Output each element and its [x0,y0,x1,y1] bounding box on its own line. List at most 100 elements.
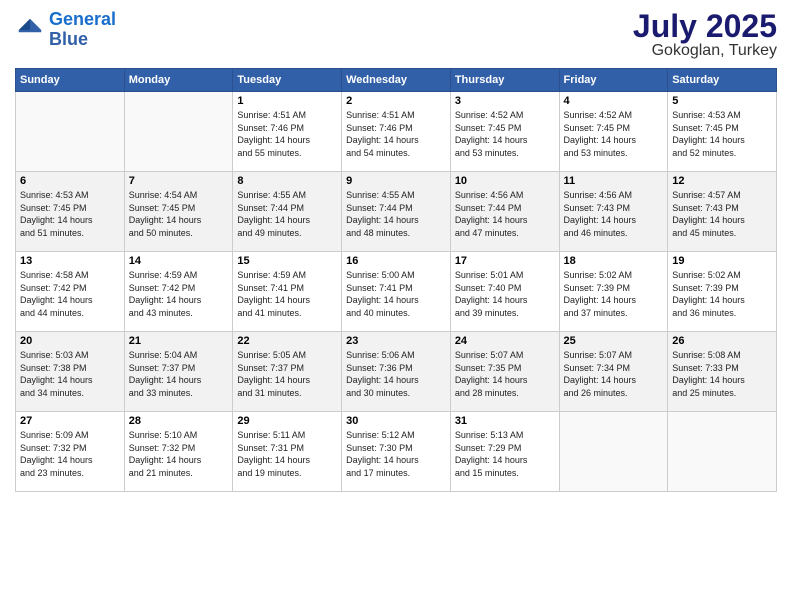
day-number: 21 [129,335,229,347]
day-info: Sunrise: 5:12 AM Sunset: 7:30 PM Dayligh… [346,429,446,479]
day-number: 18 [564,255,664,267]
day-info: Sunrise: 4:56 AM Sunset: 7:44 PM Dayligh… [455,189,555,239]
calendar-dow-wednesday: Wednesday [342,69,451,92]
calendar-cell [668,412,777,492]
logo-icon [15,15,45,45]
day-number: 1 [237,95,337,107]
calendar-dow-tuesday: Tuesday [233,69,342,92]
day-number: 10 [455,175,555,187]
calendar-cell: 18 Sunrise: 5:02 AM Sunset: 7:39 PM Dayli… [559,252,668,332]
calendar-cell: 25 Sunrise: 5:07 AM Sunset: 7:34 PM Dayli… [559,332,668,412]
calendar-cell: 4Sunrise: 4:52 AM Sunset: 7:45 PM Daylig… [559,92,668,172]
calendar-cell: 27 Sunrise: 5:09 AM Sunset: 7:32 PM Dayli… [16,412,125,492]
calendar-dow-sunday: Sunday [16,69,125,92]
day-number: 16 [346,255,446,267]
day-info: Sunrise: 5:09 AM Sunset: 7:32 PM Dayligh… [20,429,120,479]
title-block: July 2025 Gokoglan, Turkey [633,10,777,60]
day-info: Sunrise: 4:51 AM Sunset: 7:46 PM Dayligh… [346,109,446,159]
calendar-table: SundayMondayTuesdayWednesdayThursdayFrid… [15,68,777,492]
day-info: Sunrise: 4:56 AM Sunset: 7:43 PM Dayligh… [564,189,664,239]
calendar-dow-saturday: Saturday [668,69,777,92]
day-info: Sunrise: 4:53 AM Sunset: 7:45 PM Dayligh… [672,109,772,159]
day-info: Sunrise: 5:02 AM Sunset: 7:39 PM Dayligh… [672,269,772,319]
calendar-cell [16,92,125,172]
day-info: Sunrise: 5:03 AM Sunset: 7:38 PM Dayligh… [20,349,120,399]
calendar-cell: 12Sunrise: 4:57 AM Sunset: 7:43 PM Dayli… [668,172,777,252]
day-info: Sunrise: 4:52 AM Sunset: 7:45 PM Dayligh… [455,109,555,159]
calendar-cell: 19 Sunrise: 5:02 AM Sunset: 7:39 PM Dayli… [668,252,777,332]
day-info: Sunrise: 4:58 AM Sunset: 7:42 PM Dayligh… [20,269,120,319]
day-info: Sunrise: 4:51 AM Sunset: 7:46 PM Dayligh… [237,109,337,159]
day-number: 3 [455,95,555,107]
day-number: 31 [455,415,555,427]
day-number: 19 [672,255,772,267]
day-info: Sunrise: 5:10 AM Sunset: 7:32 PM Dayligh… [129,429,229,479]
day-info: Sunrise: 4:57 AM Sunset: 7:43 PM Dayligh… [672,189,772,239]
calendar-dow-friday: Friday [559,69,668,92]
calendar-cell: 15Sunrise: 4:59 AM Sunset: 7:41 PM Dayli… [233,252,342,332]
day-number: 26 [672,335,772,347]
day-info: Sunrise: 4:54 AM Sunset: 7:45 PM Dayligh… [129,189,229,239]
calendar-cell: 17Sunrise: 5:01 AM Sunset: 7:40 PM Dayli… [450,252,559,332]
day-number: 20 [20,335,120,347]
day-number: 15 [237,255,337,267]
day-info: Sunrise: 5:05 AM Sunset: 7:37 PM Dayligh… [237,349,337,399]
calendar-row-1: 6 Sunrise: 4:53 AM Sunset: 7:45 PM Daylig… [16,172,777,252]
calendar-cell: 26Sunrise: 5:08 AM Sunset: 7:33 PM Dayli… [668,332,777,412]
header: General Blue July 2025 Gokoglan, Turkey [15,10,777,60]
logo-general: General [49,9,116,29]
calendar-cell: 3 Sunrise: 4:52 AM Sunset: 7:45 PM Daylig… [450,92,559,172]
day-info: Sunrise: 5:06 AM Sunset: 7:36 PM Dayligh… [346,349,446,399]
calendar-cell: 23 Sunrise: 5:06 AM Sunset: 7:36 PM Dayli… [342,332,451,412]
calendar-cell: 10 Sunrise: 4:56 AM Sunset: 7:44 PM Dayli… [450,172,559,252]
calendar-cell: 24 Sunrise: 5:07 AM Sunset: 7:35 PM Dayli… [450,332,559,412]
day-number: 6 [20,175,120,187]
day-number: 30 [346,415,446,427]
calendar-row-4: 27 Sunrise: 5:09 AM Sunset: 7:32 PM Dayli… [16,412,777,492]
day-info: Sunrise: 5:07 AM Sunset: 7:35 PM Dayligh… [455,349,555,399]
calendar-cell: 8 Sunrise: 4:55 AM Sunset: 7:44 PM Daylig… [233,172,342,252]
calendar-cell [124,92,233,172]
calendar-cell: 16 Sunrise: 5:00 AM Sunset: 7:41 PM Dayli… [342,252,451,332]
day-info: Sunrise: 4:55 AM Sunset: 7:44 PM Dayligh… [237,189,337,239]
calendar-cell: 31 Sunrise: 5:13 AM Sunset: 7:29 PM Dayli… [450,412,559,492]
day-info: Sunrise: 4:53 AM Sunset: 7:45 PM Dayligh… [20,189,120,239]
day-info: Sunrise: 5:04 AM Sunset: 7:37 PM Dayligh… [129,349,229,399]
day-number: 8 [237,175,337,187]
day-number: 13 [20,255,120,267]
calendar-dow-thursday: Thursday [450,69,559,92]
day-info: Sunrise: 5:01 AM Sunset: 7:40 PM Dayligh… [455,269,555,319]
calendar-cell: 5 Sunrise: 4:53 AM Sunset: 7:45 PM Daylig… [668,92,777,172]
day-number: 24 [455,335,555,347]
day-info: Sunrise: 4:55 AM Sunset: 7:44 PM Dayligh… [346,189,446,239]
day-number: 27 [20,415,120,427]
day-number: 7 [129,175,229,187]
calendar-header-row: SundayMondayTuesdayWednesdayThursdayFrid… [16,69,777,92]
day-number: 5 [672,95,772,107]
day-number: 23 [346,335,446,347]
logo-text: General Blue [49,10,116,50]
calendar-cell: 13 Sunrise: 4:58 AM Sunset: 7:42 PM Dayli… [16,252,125,332]
calendar-cell: 20 Sunrise: 5:03 AM Sunset: 7:38 PM Dayli… [16,332,125,412]
calendar-cell: 22Sunrise: 5:05 AM Sunset: 7:37 PM Dayli… [233,332,342,412]
logo-blue: Blue [49,29,88,49]
calendar-cell: 28Sunrise: 5:10 AM Sunset: 7:32 PM Dayli… [124,412,233,492]
calendar-cell: 7 Sunrise: 4:54 AM Sunset: 7:45 PM Daylig… [124,172,233,252]
day-info: Sunrise: 5:02 AM Sunset: 7:39 PM Dayligh… [564,269,664,319]
day-info: Sunrise: 5:07 AM Sunset: 7:34 PM Dayligh… [564,349,664,399]
day-number: 29 [237,415,337,427]
calendar-cell: 11Sunrise: 4:56 AM Sunset: 7:43 PM Dayli… [559,172,668,252]
calendar-cell: 14Sunrise: 4:59 AM Sunset: 7:42 PM Dayli… [124,252,233,332]
day-number: 25 [564,335,664,347]
calendar-cell: 2 Sunrise: 4:51 AM Sunset: 7:46 PM Daylig… [342,92,451,172]
calendar-cell: 9Sunrise: 4:55 AM Sunset: 7:44 PM Daylig… [342,172,451,252]
page: General Blue July 2025 Gokoglan, Turkey … [0,0,792,612]
calendar-cell: 21 Sunrise: 5:04 AM Sunset: 7:37 PM Dayli… [124,332,233,412]
calendar-row-3: 20 Sunrise: 5:03 AM Sunset: 7:38 PM Dayli… [16,332,777,412]
day-number: 2 [346,95,446,107]
day-info: Sunrise: 5:13 AM Sunset: 7:29 PM Dayligh… [455,429,555,479]
subtitle: Gokoglan, Turkey [633,42,777,60]
day-info: Sunrise: 5:00 AM Sunset: 7:41 PM Dayligh… [346,269,446,319]
day-number: 14 [129,255,229,267]
logo: General Blue [15,10,116,50]
